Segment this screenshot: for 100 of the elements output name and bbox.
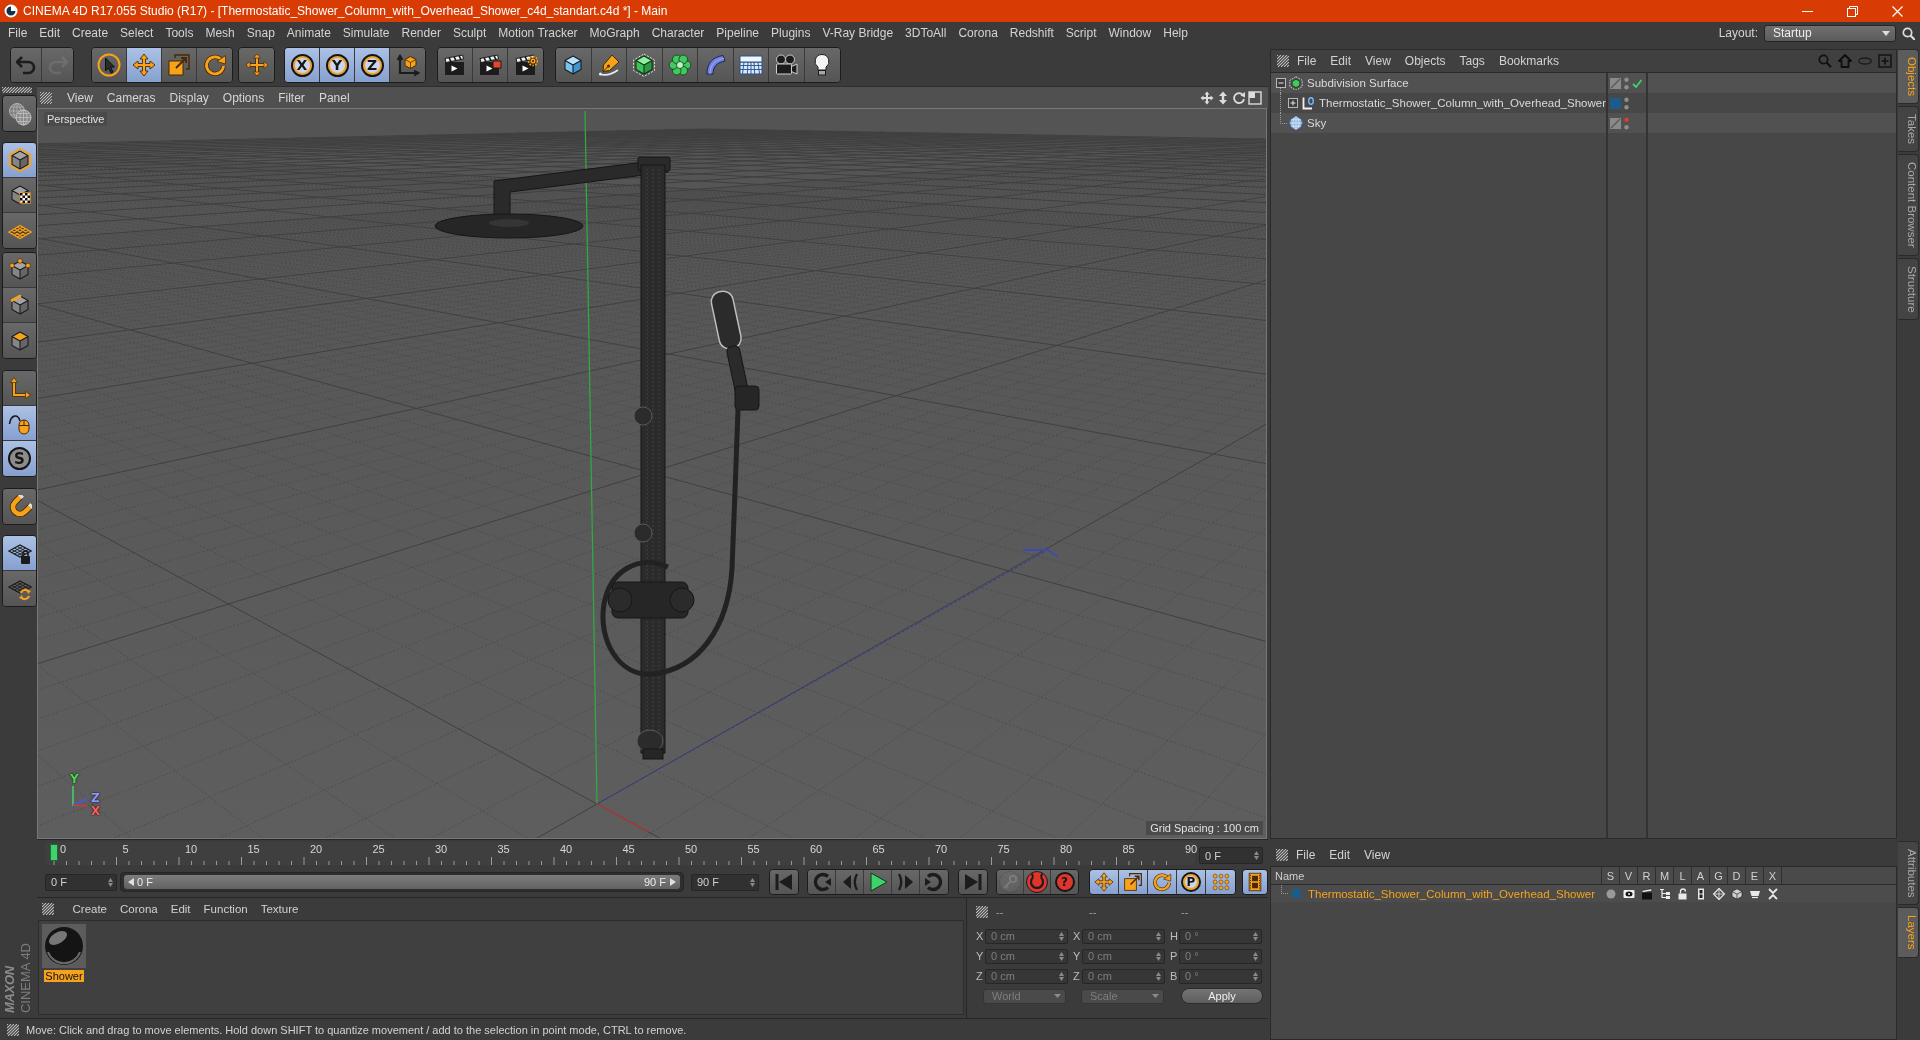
column-header[interactable]: E bbox=[1746, 867, 1764, 884]
menu-item[interactable]: File bbox=[2, 23, 34, 43]
menu-item[interactable]: View bbox=[60, 87, 100, 108]
panel-tab[interactable]: Content Browser bbox=[1898, 154, 1919, 256]
menu-item[interactable]: Filter bbox=[271, 87, 312, 108]
menu-item[interactable]: Character bbox=[645, 23, 711, 43]
menu-item[interactable]: Function bbox=[197, 903, 255, 915]
plus-box-icon[interactable] bbox=[1288, 98, 1298, 108]
object-name[interactable]: Thermostatic_Shower_Column_with_Overhead_Shower bbox=[1319, 97, 1606, 109]
menu-item[interactable]: Edit bbox=[33, 23, 67, 43]
scale-key-button[interactable] bbox=[1119, 870, 1148, 894]
first-frame-button[interactable] bbox=[770, 870, 798, 894]
previous-key-button[interactable] bbox=[808, 870, 836, 894]
column-header[interactable]: S bbox=[1602, 867, 1620, 884]
world-coordinates-button[interactable] bbox=[390, 48, 425, 82]
edges-mode-button[interactable] bbox=[3, 288, 36, 323]
column-header[interactable]: R bbox=[1638, 867, 1656, 884]
open-lock-icon[interactable] bbox=[1677, 887, 1689, 900]
start-frame-field[interactable]: 0 F bbox=[45, 873, 117, 891]
axis-lock-button[interactable]: Z bbox=[355, 48, 390, 82]
panel-grip-icon[interactable] bbox=[1276, 849, 1288, 861]
xref-icon[interactable] bbox=[1767, 887, 1779, 900]
film-strip-icon[interactable] bbox=[1695, 887, 1707, 900]
next-frame-button[interactable] bbox=[892, 870, 920, 894]
solo-dot-icon[interactable] bbox=[1605, 887, 1617, 900]
minus-box-icon[interactable] bbox=[1276, 78, 1286, 88]
render-picture-viewer-button[interactable] bbox=[473, 48, 508, 82]
tweak-mode-button[interactable] bbox=[3, 406, 36, 441]
autokey-button[interactable]: ? bbox=[1051, 870, 1078, 894]
menu-item[interactable]: Redshift bbox=[1003, 23, 1060, 43]
model-mode-button[interactable] bbox=[3, 143, 36, 178]
light-button[interactable] bbox=[804, 48, 840, 82]
panel-grip-icon[interactable] bbox=[7, 1023, 19, 1036]
pen-button[interactable] bbox=[591, 48, 627, 82]
eye-icon[interactable] bbox=[1623, 887, 1635, 900]
object-name[interactable]: Subdivision Surface bbox=[1307, 77, 1409, 89]
playhead-marker[interactable] bbox=[50, 844, 58, 861]
panel-grip-icon[interactable] bbox=[2, 87, 32, 93]
parameter-key-button[interactable]: P bbox=[1177, 870, 1206, 894]
menu-item[interactable]: View bbox=[1357, 848, 1397, 862]
select-tool-button[interactable] bbox=[92, 48, 127, 82]
menu-item[interactable]: Motion Tracker bbox=[492, 23, 584, 43]
column-header[interactable]: V bbox=[1620, 867, 1638, 884]
undo-button[interactable] bbox=[11, 48, 42, 82]
subdivision-button[interactable] bbox=[627, 48, 663, 82]
menu-item[interactable]: Cameras bbox=[99, 87, 163, 108]
maximize-view-icon[interactable] bbox=[1248, 90, 1262, 105]
workplane-align-button[interactable] bbox=[3, 571, 36, 606]
menu-item[interactable]: 3DToAll bbox=[899, 23, 953, 43]
column-header[interactable]: Name bbox=[1271, 867, 1602, 884]
layer-name[interactable]: Thermostatic_Shower_Column_with_Overhead_Shower bbox=[1308, 887, 1595, 900]
menu-item[interactable]: File bbox=[1289, 848, 1323, 862]
menu-item[interactable]: Edit bbox=[1322, 848, 1358, 862]
workplane-mode-button[interactable] bbox=[3, 213, 36, 248]
panel-tab[interactable]: Structure bbox=[1898, 257, 1919, 321]
deformer-button[interactable] bbox=[698, 48, 734, 82]
panel-grip-icon[interactable] bbox=[1277, 55, 1289, 67]
menu-item[interactable]: Texture bbox=[254, 903, 305, 915]
zoom-view-icon[interactable] bbox=[1216, 90, 1230, 105]
menu-item[interactable]: Select bbox=[114, 23, 160, 43]
position-key-button[interactable] bbox=[1090, 870, 1119, 894]
menu-item[interactable]: Mesh bbox=[199, 23, 241, 43]
menu-item[interactable]: Simulate bbox=[336, 23, 396, 43]
menu-item[interactable]: Edit bbox=[1323, 54, 1359, 68]
magnet-button[interactable] bbox=[3, 489, 36, 524]
workplane-lock-button[interactable] bbox=[3, 536, 36, 571]
hierarchy-icon[interactable] bbox=[1659, 887, 1671, 900]
camera-button[interactable] bbox=[769, 48, 805, 82]
menu-item[interactable]: Sculpt bbox=[446, 23, 493, 43]
menu-item[interactable]: Create bbox=[66, 23, 115, 43]
texture-mode-button[interactable] bbox=[3, 178, 36, 213]
search-icon[interactable] bbox=[1902, 26, 1915, 40]
menu-item[interactable]: Tools bbox=[159, 23, 200, 43]
viewport[interactable]: Perspective Grid Spacing : 100 cm Y Z X bbox=[37, 108, 1267, 839]
menu-item[interactable]: Display bbox=[162, 87, 216, 108]
menu-item[interactable]: Create bbox=[66, 903, 114, 915]
rotation-key-button[interactable] bbox=[1148, 870, 1177, 894]
menu-item[interactable]: File bbox=[1290, 54, 1324, 68]
play-button[interactable] bbox=[864, 870, 892, 894]
snap-button[interactable]: S bbox=[3, 441, 36, 476]
cloner-button[interactable] bbox=[662, 48, 698, 82]
menu-item[interactable]: Panel bbox=[311, 87, 357, 108]
object-name[interactable]: Sky bbox=[1307, 117, 1327, 129]
visibility-dots-icon[interactable] bbox=[1624, 76, 1629, 90]
recent-tool-button[interactable] bbox=[239, 48, 274, 82]
visibility-dots-icon[interactable] bbox=[1624, 116, 1629, 130]
render-view-button[interactable] bbox=[438, 48, 473, 82]
layer-color-icon[interactable] bbox=[1292, 889, 1301, 898]
make-editable-button[interactable] bbox=[3, 96, 36, 131]
scale-tool-button[interactable] bbox=[162, 48, 197, 82]
menu-item[interactable]: Objects bbox=[1397, 54, 1453, 68]
menu-item[interactable]: MoGraph bbox=[583, 23, 646, 43]
column-header[interactable]: X bbox=[1764, 867, 1782, 884]
object-row[interactable]: Subdivision Surface bbox=[1271, 73, 1896, 93]
pan-view-icon[interactable] bbox=[1200, 90, 1214, 105]
axis-lock-button[interactable]: Y bbox=[320, 48, 355, 82]
menu-item[interactable]: Snap bbox=[240, 23, 281, 43]
point-level-key-button[interactable] bbox=[1206, 870, 1235, 894]
menu-item[interactable]: Script bbox=[1059, 23, 1103, 43]
rotate-view-icon[interactable] bbox=[1232, 90, 1246, 105]
